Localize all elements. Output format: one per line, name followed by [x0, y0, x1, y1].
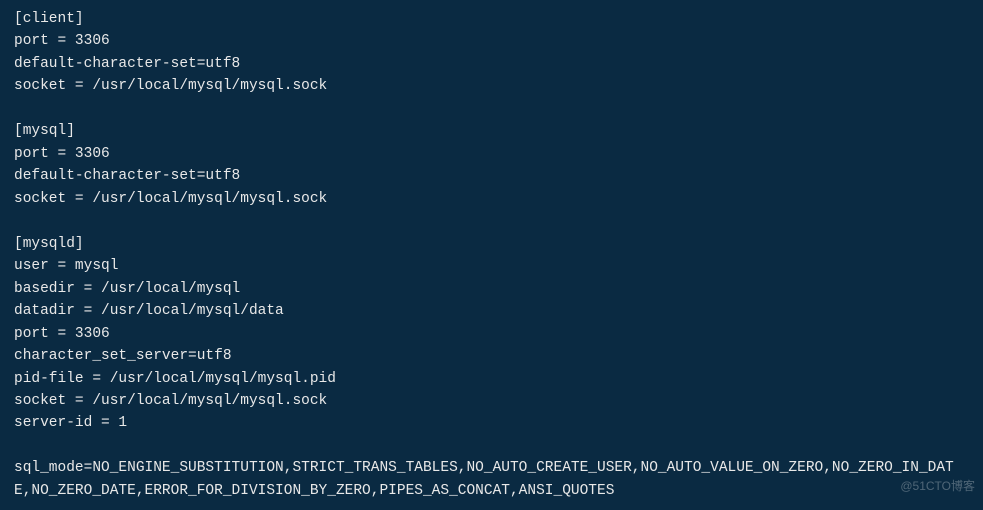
terminal-line: basedir = /usr/local/mysql	[14, 278, 969, 300]
terminal-line: port = 3306	[14, 323, 969, 345]
terminal-line	[14, 435, 969, 457]
terminal-line: server-id = 1	[14, 412, 969, 434]
terminal-line	[14, 98, 969, 120]
terminal-output: [client]port = 3306default-character-set…	[0, 0, 983, 510]
terminal-line: port = 3306	[14, 143, 969, 165]
terminal-line: default-character-set=utf8	[14, 53, 969, 75]
watermark-text: @51CTO博客	[900, 477, 975, 494]
terminal-line: user = mysql	[14, 255, 969, 277]
terminal-line: [mysqld]	[14, 233, 969, 255]
terminal-line: datadir = /usr/local/mysql/data	[14, 300, 969, 322]
terminal-line: [mysql]	[14, 120, 969, 142]
terminal-line: sql_mode=NO_ENGINE_SUBSTITUTION,STRICT_T…	[14, 457, 969, 502]
terminal-line: pid-file = /usr/local/mysql/mysql.pid	[14, 368, 969, 390]
terminal-line: [client]	[14, 8, 969, 30]
terminal-line: socket = /usr/local/mysql/mysql.sock	[14, 188, 969, 210]
terminal-line: socket = /usr/local/mysql/mysql.sock	[14, 390, 969, 412]
terminal-line: port = 3306	[14, 30, 969, 52]
terminal-line: character_set_server=utf8	[14, 345, 969, 367]
terminal-line: default-character-set=utf8	[14, 165, 969, 187]
terminal-line: socket = /usr/local/mysql/mysql.sock	[14, 75, 969, 97]
terminal-line	[14, 210, 969, 232]
